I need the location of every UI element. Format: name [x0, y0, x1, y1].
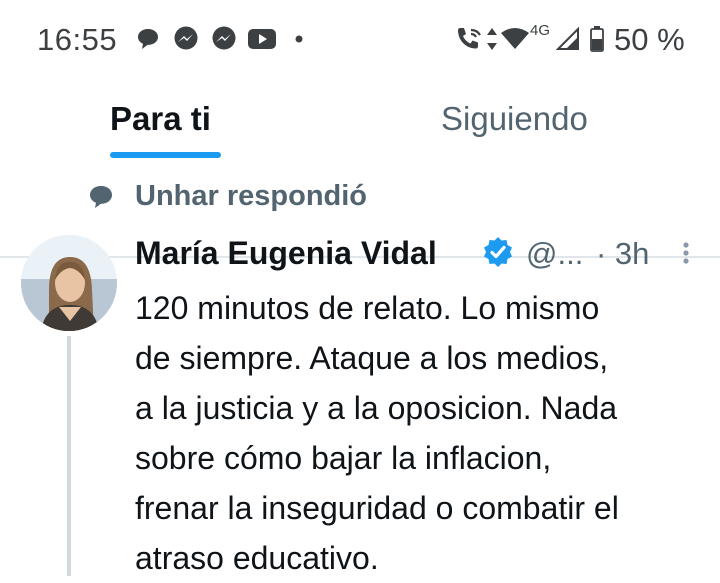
post-text[interactable]: 120 minutos de relato. Lo mismo de siemp… [135, 283, 705, 583]
author-avatar[interactable] [21, 235, 117, 331]
more-options-icon[interactable] [681, 240, 691, 270]
battery-percentage: 50 % [614, 22, 685, 57]
wifi-icon [500, 24, 530, 54]
post-text-line: atraso educativo. [135, 540, 379, 576]
messenger-icon [173, 24, 199, 54]
signal-icon [556, 24, 580, 54]
post-text-line: de siempre. Ataque a los medios, [135, 340, 609, 376]
battery-icon [590, 24, 604, 54]
network-type: 4G [530, 22, 551, 39]
status-time: 16:55 [37, 22, 118, 57]
chat-bubble-icon [137, 24, 159, 54]
thread-line [67, 336, 71, 576]
wifi-call-icon [455, 24, 483, 54]
active-tab-indicator [110, 152, 221, 158]
verified-badge-icon [482, 236, 514, 273]
post-text-line: frenar la inseguridad o combatir el [135, 490, 619, 526]
status-bar: 16:55 4G 50 % [0, 0, 720, 80]
dot-icon [295, 24, 303, 54]
post-text-line: sobre cómo bajar la inflacion, [135, 440, 552, 476]
reply-context-text[interactable]: Unhar respondió [135, 180, 367, 213]
reply-context-icon [88, 180, 114, 214]
tab-siguiendo[interactable]: Siguiendo [441, 100, 588, 138]
timeline-tabs: Para ti Siguiendo [0, 96, 720, 258]
data-arrows-icon [486, 24, 498, 54]
post-time[interactable]: · 3h [596, 236, 649, 272]
post-text-line: 120 minutos de relato. Lo mismo [135, 290, 600, 326]
tab-para-ti[interactable]: Para ti [110, 100, 211, 138]
youtube-icon [248, 24, 276, 54]
messenger-icon [211, 24, 237, 54]
author-name[interactable]: María Eugenia Vidal [135, 235, 437, 272]
post-text-line: a la justicia y a la oposicion. Nada [135, 390, 618, 426]
author-handle[interactable]: @... [526, 236, 583, 272]
